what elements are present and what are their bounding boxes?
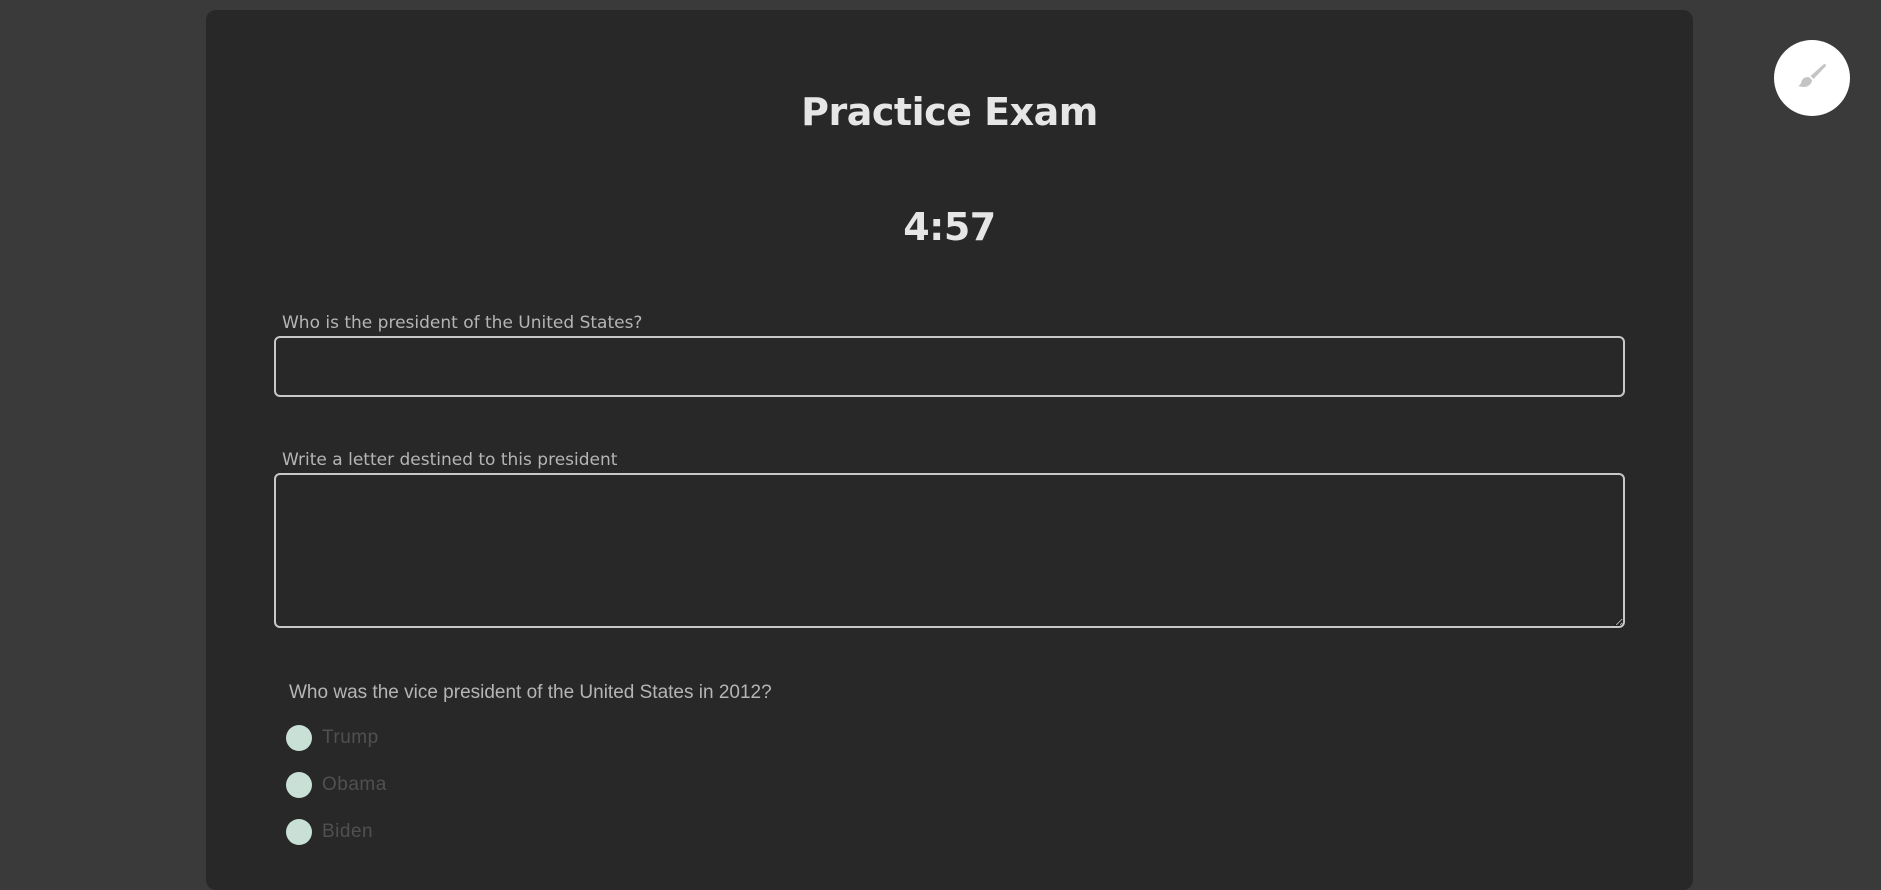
paintbrush-icon	[1798, 63, 1827, 87]
radio-button[interactable]	[286, 725, 312, 751]
radio-button[interactable]	[286, 772, 312, 798]
radio-option-label[interactable]: Trump	[322, 727, 379, 749]
question-2-label: Write a letter destined to this presiden…	[282, 450, 618, 470]
radio-option-trump[interactable]: Trump	[286, 724, 379, 752]
theme-toggle-button[interactable]	[1774, 40, 1850, 116]
question-1-label: Who is the president of the United State…	[282, 313, 643, 333]
page-title: Practice Exam	[801, 90, 1098, 134]
radio-option-obama[interactable]: Obama	[286, 771, 387, 799]
countdown-timer: 4:57	[903, 205, 996, 249]
radio-option-label[interactable]: Biden	[322, 821, 373, 843]
question-3-label: Who was the vice president of the United…	[289, 682, 772, 703]
radio-button[interactable]	[286, 819, 312, 845]
exam-card: Practice Exam 4:57 Who is the president …	[206, 10, 1693, 890]
question-1-input[interactable]	[274, 336, 1625, 397]
question-2-textarea[interactable]	[274, 473, 1625, 628]
radio-option-label[interactable]: Obama	[322, 774, 387, 796]
radio-option-biden[interactable]: Biden	[286, 818, 373, 846]
